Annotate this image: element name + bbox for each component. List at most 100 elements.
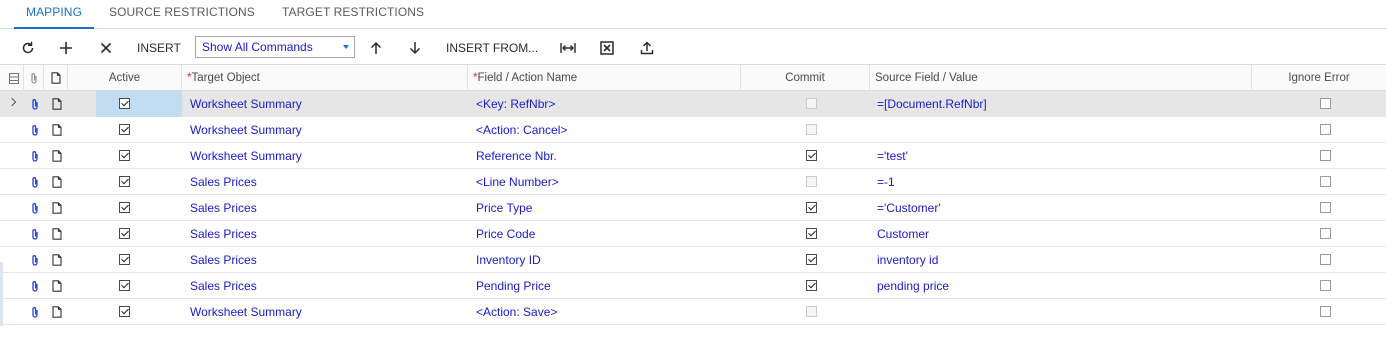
ignore-error-checkbox[interactable] bbox=[1320, 306, 1331, 317]
ignore-error-checkbox[interactable] bbox=[1320, 254, 1331, 265]
table-row[interactable]: Sales Prices Price Type ='Customer' bbox=[0, 195, 1386, 221]
delete-row-button[interactable] bbox=[97, 38, 115, 58]
active-cell[interactable] bbox=[96, 273, 182, 299]
target-object-cell[interactable]: Sales Prices bbox=[182, 195, 468, 221]
note-icon[interactable] bbox=[52, 306, 62, 318]
active-cell[interactable] bbox=[96, 143, 182, 169]
row-selector[interactable] bbox=[0, 91, 24, 117]
note-icon[interactable] bbox=[52, 254, 62, 266]
paperclip-icon[interactable] bbox=[31, 280, 39, 292]
commit-checkbox[interactable] bbox=[806, 254, 817, 265]
commands-filter-select[interactable]: Show All Commands bbox=[195, 36, 355, 58]
field-action-cell[interactable]: <Line Number> bbox=[468, 169, 741, 195]
target-object-cell[interactable]: Worksheet Summary bbox=[182, 91, 468, 117]
active-checkbox[interactable] bbox=[119, 98, 130, 109]
active-checkbox[interactable] bbox=[119, 254, 130, 265]
row-selector[interactable] bbox=[0, 299, 24, 325]
upload-button[interactable] bbox=[638, 38, 656, 58]
target-object-cell[interactable]: Sales Prices bbox=[182, 169, 468, 195]
target-object-cell[interactable]: Sales Prices bbox=[182, 247, 468, 273]
tab-source-restrictions[interactable]: SOURCE RESTRICTIONS bbox=[109, 5, 255, 29]
commit-checkbox[interactable] bbox=[806, 150, 817, 161]
row-selector[interactable] bbox=[0, 143, 24, 169]
row-selector[interactable] bbox=[0, 117, 24, 143]
field-action-cell[interactable]: Reference Nbr. bbox=[468, 143, 741, 169]
target-object-column-header[interactable]: *Target Object bbox=[182, 65, 468, 91]
insert-from-button[interactable]: INSERT FROM... bbox=[446, 38, 538, 58]
active-checkbox[interactable] bbox=[119, 202, 130, 213]
row-selector[interactable] bbox=[0, 247, 24, 273]
table-row[interactable]: Worksheet Summary <Action: Save> bbox=[0, 299, 1386, 325]
active-checkbox[interactable] bbox=[119, 228, 130, 239]
row-selector[interactable] bbox=[0, 273, 24, 299]
field-action-column-header[interactable]: *Field / Action Name bbox=[468, 65, 741, 91]
ignore-error-checkbox[interactable] bbox=[1320, 202, 1331, 213]
paperclip-icon[interactable] bbox=[31, 98, 39, 110]
tab-mapping[interactable]: MAPPING bbox=[14, 5, 94, 29]
paperclip-icon[interactable] bbox=[31, 124, 39, 136]
table-row[interactable]: Sales Prices Pending Price pending price bbox=[0, 273, 1386, 299]
active-cell[interactable] bbox=[96, 117, 182, 143]
source-value-cell[interactable]: Customer bbox=[869, 221, 1251, 247]
add-row-button[interactable] bbox=[57, 38, 75, 58]
source-value-cell[interactable]: pending price bbox=[869, 273, 1251, 299]
move-up-button[interactable] bbox=[367, 38, 385, 58]
paperclip-icon[interactable] bbox=[31, 176, 39, 188]
ignore-error-checkbox[interactable] bbox=[1320, 280, 1331, 291]
table-row[interactable]: Worksheet Summary <Action: Cancel> bbox=[0, 117, 1386, 143]
field-action-cell[interactable]: <Action: Cancel> bbox=[468, 117, 741, 143]
note-icon[interactable] bbox=[52, 228, 62, 240]
target-object-cell[interactable]: Worksheet Summary bbox=[182, 299, 468, 325]
active-checkbox[interactable] bbox=[119, 124, 130, 135]
table-row[interactable]: Sales Prices <Line Number> =-1 bbox=[0, 169, 1386, 195]
target-object-cell[interactable]: Sales Prices bbox=[182, 221, 468, 247]
field-action-cell[interactable]: <Key: RefNbr> bbox=[468, 91, 741, 117]
ignore-error-column-header[interactable]: Ignore Error bbox=[1252, 65, 1386, 91]
field-action-cell[interactable]: Price Type bbox=[468, 195, 741, 221]
row-selector[interactable] bbox=[0, 195, 24, 221]
active-checkbox[interactable] bbox=[119, 176, 130, 187]
table-row[interactable]: Worksheet Summary Reference Nbr. ='test' bbox=[0, 143, 1386, 169]
field-action-cell[interactable]: Price Code bbox=[468, 221, 741, 247]
paperclip-icon[interactable] bbox=[31, 306, 39, 318]
note-icon[interactable] bbox=[52, 98, 62, 110]
source-value-cell[interactable]: ='Customer' bbox=[869, 195, 1251, 221]
target-object-cell[interactable]: Worksheet Summary bbox=[182, 117, 468, 143]
source-value-cell[interactable] bbox=[869, 299, 1251, 325]
table-row[interactable]: Sales Prices Price Code Customer bbox=[0, 221, 1386, 247]
row-selector[interactable] bbox=[0, 169, 24, 195]
active-cell[interactable] bbox=[96, 169, 182, 195]
field-action-cell[interactable]: <Action: Save> bbox=[468, 299, 741, 325]
fit-columns-button[interactable] bbox=[559, 38, 577, 58]
active-cell[interactable] bbox=[96, 221, 182, 247]
source-value-cell[interactable]: =[Document.RefNbr] bbox=[869, 91, 1251, 117]
paperclip-icon[interactable] bbox=[31, 228, 39, 240]
table-row[interactable]: Worksheet Summary <Key: RefNbr> =[Document… bbox=[0, 91, 1386, 117]
active-checkbox[interactable] bbox=[119, 306, 130, 317]
source-value-column-header[interactable]: Source Field / Value bbox=[870, 65, 1252, 91]
note-icon[interactable] bbox=[52, 280, 62, 292]
export-excel-button[interactable] bbox=[598, 38, 616, 58]
table-row[interactable]: Sales Prices Inventory ID inventory id bbox=[0, 247, 1386, 273]
ignore-error-checkbox[interactable] bbox=[1320, 150, 1331, 161]
ignore-error-checkbox[interactable] bbox=[1320, 98, 1331, 109]
active-checkbox[interactable] bbox=[119, 280, 130, 291]
ignore-error-checkbox[interactable] bbox=[1320, 124, 1331, 135]
commit-column-header[interactable]: Commit bbox=[741, 65, 870, 91]
note-icon[interactable] bbox=[52, 124, 62, 136]
active-checkbox[interactable] bbox=[119, 150, 130, 161]
paperclip-icon[interactable] bbox=[31, 202, 39, 214]
field-action-cell[interactable]: Pending Price bbox=[468, 273, 741, 299]
note-icon[interactable] bbox=[52, 176, 62, 188]
active-cell[interactable] bbox=[96, 299, 182, 325]
target-object-cell[interactable]: Worksheet Summary bbox=[182, 143, 468, 169]
active-column-header[interactable]: Active bbox=[68, 65, 182, 91]
source-value-cell[interactable]: inventory id bbox=[869, 247, 1251, 273]
paperclip-icon[interactable] bbox=[31, 150, 39, 162]
tab-target-restrictions[interactable]: TARGET RESTRICTIONS bbox=[282, 5, 424, 29]
source-value-cell[interactable]: ='test' bbox=[869, 143, 1251, 169]
ignore-error-checkbox[interactable] bbox=[1320, 176, 1331, 187]
source-value-cell[interactable]: =-1 bbox=[869, 169, 1251, 195]
ignore-error-checkbox[interactable] bbox=[1320, 228, 1331, 239]
note-icon[interactable] bbox=[52, 150, 62, 162]
